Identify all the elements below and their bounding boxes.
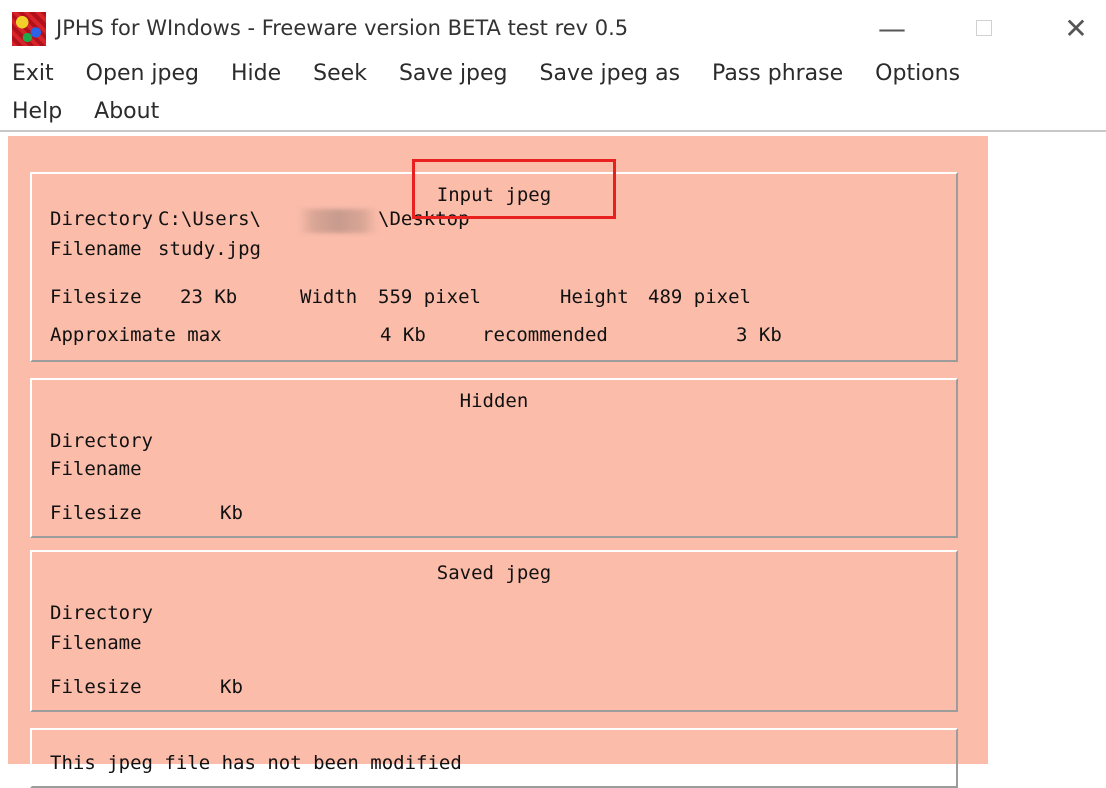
input-width-label: Width: [300, 286, 358, 308]
menu-options[interactable]: Options: [853, 61, 970, 86]
recommended-label: recommended: [482, 324, 608, 346]
status-message: This jpeg file has not been modified: [50, 752, 462, 774]
minimize-button[interactable]: —: [862, 10, 922, 46]
menu-hide[interactable]: Hide: [209, 61, 291, 86]
menu-about[interactable]: About: [72, 99, 169, 124]
menu-save-jpeg-as[interactable]: Save jpeg as: [518, 61, 691, 86]
input-filesize-label: Filesize: [50, 286, 142, 308]
input-width-value: 559 pixel: [378, 286, 481, 308]
client-area: Input jpeg Directory C:\Users\ \Desktop …: [8, 136, 988, 788]
saved-filename-label: Filename: [50, 632, 142, 654]
input-filename-value: study.jpg: [158, 238, 261, 260]
input-directory-value: C:\Users\: [158, 208, 261, 230]
jphs-app-icon[interactable]: [12, 12, 46, 46]
redacted-username: [298, 209, 378, 233]
saved-filesize-label: Filesize: [50, 676, 142, 698]
annotation-highlight-box: [412, 159, 616, 219]
maximize-icon: [976, 20, 992, 36]
menu-open-jpeg[interactable]: Open jpeg: [64, 61, 209, 86]
input-filename-label: Filename: [50, 238, 142, 260]
hidden-title: Hidden: [459, 390, 529, 412]
hidden-panel: Hidden Directory Filename Filesize Kb: [30, 378, 958, 538]
menu-pass-phrase[interactable]: Pass phrase: [690, 61, 853, 86]
input-filesize-value: 23 Kb: [180, 286, 238, 308]
menu-exit[interactable]: Exit: [0, 61, 64, 86]
maximize-button[interactable]: [954, 10, 1014, 46]
recommended-value: 3 Kb: [736, 324, 782, 346]
hidden-filename-label: Filename: [50, 458, 142, 480]
menu-help[interactable]: Help: [0, 99, 72, 124]
title-bar[interactable]: JPHS for WIndows - Freeware version BETA…: [0, 0, 1106, 52]
minimize-icon: —: [878, 11, 906, 45]
saved-jpeg-title: Saved jpeg: [436, 562, 552, 584]
status-panel: This jpeg file has not been modified: [30, 728, 958, 788]
saved-directory-label: Directory: [50, 602, 153, 624]
menu-row-1: Exit Open jpeg Hide Seek Save jpeg Save …: [0, 54, 970, 92]
menu-row-2: Help About: [0, 92, 169, 130]
menu-divider: [0, 130, 1106, 132]
input-height-value: 489 pixel: [648, 286, 751, 308]
approx-max-value: 4 Kb: [380, 324, 426, 346]
hidden-filesize-unit: Kb: [220, 502, 243, 524]
input-directory-label: Directory: [50, 208, 153, 230]
input-height-label: Height: [560, 286, 629, 308]
approx-max-label: Approximate max: [50, 324, 222, 346]
menu-save-jpeg[interactable]: Save jpeg: [377, 61, 518, 86]
saved-filesize-unit: Kb: [220, 676, 243, 698]
window-title: JPHS for WIndows - Freeware version BETA…: [56, 16, 629, 40]
saved-jpeg-panel: Saved jpeg Directory Filename Filesize K…: [30, 550, 958, 712]
close-icon: ✕: [1064, 11, 1088, 45]
hidden-directory-label: Directory: [50, 430, 153, 452]
menu-seek[interactable]: Seek: [291, 61, 377, 86]
hidden-filesize-label: Filesize: [50, 502, 142, 524]
menu-bar: Exit Open jpeg Hide Seek Save jpeg Save …: [0, 52, 1106, 132]
close-button[interactable]: ✕: [1046, 10, 1106, 46]
